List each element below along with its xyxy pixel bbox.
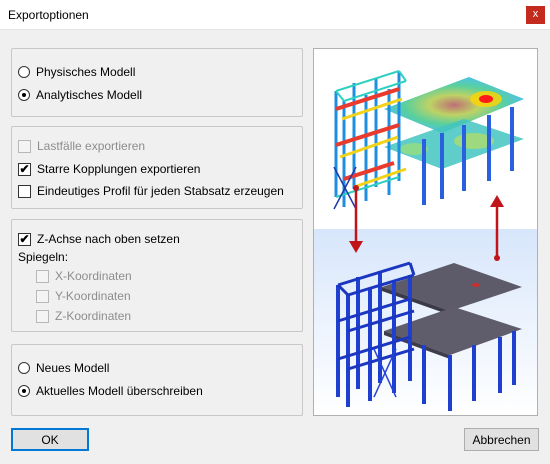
checkbox-label: X-Koordinaten	[55, 269, 132, 283]
checkbox-mirror-y[interactable]: Y-Koordinaten	[36, 287, 131, 305]
radio-label: Analytisches Modell	[36, 88, 143, 102]
checkbox-label: Eindeutiges Profil für jeden Stabsatz er…	[37, 184, 284, 198]
radio-overwrite-model[interactable]: Aktuelles Modell überschreiben	[18, 382, 203, 400]
target-model-group: Neues Modell Aktuelles Modell überschrei…	[11, 344, 303, 416]
export-options-group: Lastfälle exportieren ✔ Starre Kopplunge…	[11, 126, 303, 209]
checkbox-mirror-x[interactable]: X-Koordinaten	[36, 267, 132, 285]
radio-indicator	[18, 66, 30, 78]
title-bar: Exportoptionen x	[0, 0, 550, 30]
checkbox-box	[36, 289, 49, 303]
radio-label: Physisches Modell	[36, 65, 136, 79]
checkbox-label: Z-Achse nach oben setzen	[37, 232, 180, 246]
cancel-button-label: Abbrechen	[472, 432, 531, 447]
mirror-heading: Spiegeln:	[18, 248, 68, 266]
ok-button-label: OK	[41, 432, 59, 447]
radio-physical-model[interactable]: Physisches Modell	[18, 63, 135, 81]
checkbox-box	[18, 184, 31, 198]
structure-illustration	[314, 49, 537, 415]
checkbox-export-rigid-links[interactable]: ✔ Starre Kopplungen exportieren	[18, 160, 200, 178]
checkbox-unique-profile[interactable]: Eindeutiges Profil für jeden Stabsatz er…	[18, 182, 284, 200]
mirror-label: Spiegeln:	[18, 250, 69, 264]
radio-analytical-model[interactable]: Analytisches Modell	[18, 86, 142, 104]
checkbox-mirror-z[interactable]: Z-Koordinaten	[36, 307, 131, 325]
radio-label: Neues Modell	[36, 361, 110, 375]
checkbox-label: Z-Koordinaten	[55, 309, 132, 323]
window-title: Exportoptionen	[8, 8, 89, 22]
radio-indicator	[18, 89, 30, 101]
close-button[interactable]: x	[526, 6, 545, 24]
checkbox-box	[36, 269, 49, 283]
checkbox-export-load-cases[interactable]: Lastfälle exportieren	[18, 137, 145, 155]
checkmark-icon: ✔	[18, 231, 31, 246]
checkbox-box	[18, 139, 31, 153]
radio-label: Aktuelles Modell überschreiben	[36, 384, 203, 398]
radio-indicator	[18, 385, 30, 397]
model-type-group: Physisches Modell Analytisches Modell	[11, 48, 303, 117]
checkmark-icon: ✔	[18, 161, 31, 176]
checkbox-box	[36, 309, 49, 323]
checkbox-label: Y-Koordinaten	[55, 289, 131, 303]
checkbox-label: Starre Kopplungen exportieren	[37, 162, 201, 176]
model-preview-image	[313, 48, 538, 416]
radio-indicator	[18, 362, 30, 374]
radio-new-model[interactable]: Neues Modell	[18, 359, 109, 377]
checkbox-z-axis-up[interactable]: ✔ Z-Achse nach oben setzen	[18, 230, 180, 248]
close-icon: x	[532, 8, 539, 20]
checkbox-label: Lastfälle exportieren	[37, 139, 146, 153]
axis-group: ✔ Z-Achse nach oben setzen Spiegeln: X-K…	[11, 219, 303, 332]
cancel-button[interactable]: Abbrechen	[464, 428, 539, 451]
ok-button[interactable]: OK	[11, 428, 89, 451]
